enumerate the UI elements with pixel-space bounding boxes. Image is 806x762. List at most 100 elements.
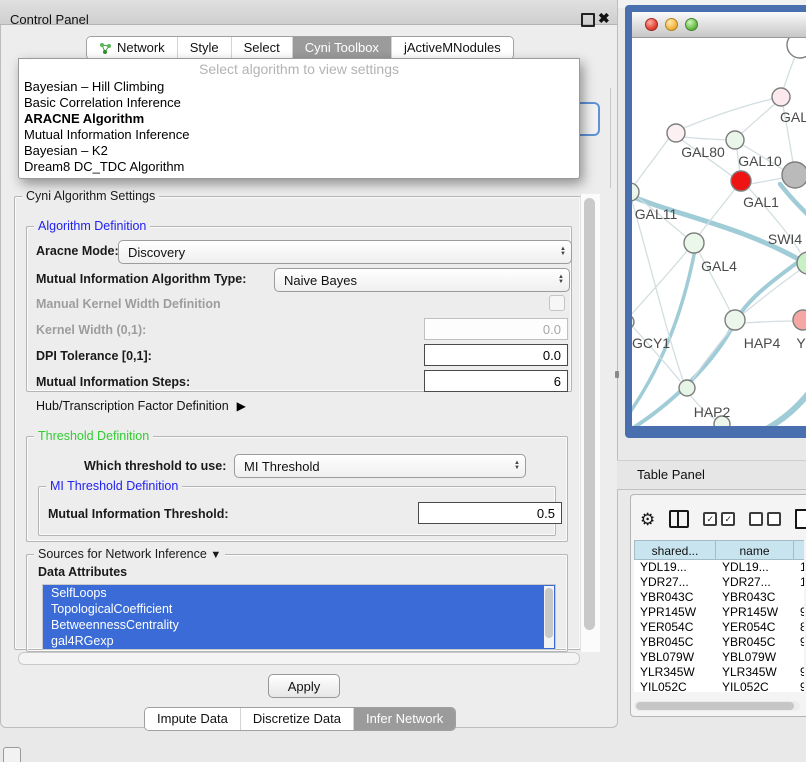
tab-cyni-toolbox[interactable]: Cyni Toolbox <box>292 37 391 59</box>
close-window-icon[interactable] <box>645 18 658 31</box>
network-edge[interactable] <box>633 138 669 187</box>
mi-threshold-field[interactable]: 0.5 <box>418 502 562 524</box>
network-canvas[interactable]: GALGAL80GAL10GAL1GAL11SWI4GAL4GCY1HAP4YH… <box>632 38 806 426</box>
data-attribute-item[interactable]: BetweennessCentrality <box>43 617 555 633</box>
data-attributes-label: Data Attributes <box>38 565 127 579</box>
network-edge[interactable] <box>693 329 731 379</box>
mi-algorithm-type-select[interactable]: Naive Bayes ▲▼ <box>274 268 570 292</box>
node-label-y: Y <box>796 335 806 351</box>
table-row[interactable]: YLR345WYLR345W9. <box>634 665 804 680</box>
kernel-width-field[interactable]: 0.0 <box>424 318 568 340</box>
network-node-hap4[interactable] <box>725 310 745 330</box>
settings-vertical-scrollbar-thumb[interactable] <box>584 198 595 630</box>
network-node[interactable] <box>782 162 806 188</box>
network-edge[interactable] <box>632 251 687 316</box>
tab-impute-data[interactable]: Impute Data <box>145 708 240 730</box>
manual-kernel-width-checkbox[interactable] <box>549 295 565 311</box>
table-cell: 8. <box>794 620 804 635</box>
table-cell: YDL19... <box>716 560 794 575</box>
table-settings-gear-icon[interactable]: ⚙ <box>640 511 655 528</box>
table-row[interactable]: YER054CYER054C8. <box>634 620 804 635</box>
table-row[interactable]: YDL19...YDL19...13 <box>634 560 804 575</box>
mi-threshold-definition-title: MI Threshold Definition <box>46 479 182 493</box>
close-panel-icon[interactable]: ✖ <box>598 10 610 27</box>
cyni-bottom-tabs: Impute DataDiscretize DataInfer Network <box>144 707 456 731</box>
threshold-definition-title: Threshold Definition <box>34 429 153 443</box>
node-table: shared...name YDL19...YDL19...13YDR27...… <box>634 540 804 692</box>
network-node-hap2[interactable] <box>679 380 695 396</box>
column-header-cut[interactable] <box>794 540 804 560</box>
network-edge[interactable] <box>744 270 800 313</box>
float-panel-icon[interactable] <box>581 13 595 27</box>
table-cell: 9 <box>794 680 804 692</box>
select-all-columns-icon[interactable]: ✓ ✓ <box>703 512 735 526</box>
table-cell: YBL079W <box>634 650 716 665</box>
checked-checkbox-icon: ✓ <box>703 512 717 526</box>
network-node-gal[interactable] <box>772 88 790 106</box>
data-attribute-item[interactable]: gal4RGexp <box>43 633 555 649</box>
table-cell: YLR345W <box>634 665 716 680</box>
deselect-all-columns-icon[interactable] <box>749 512 781 526</box>
which-threshold-select[interactable]: MI Threshold ▲▼ <box>234 454 526 478</box>
network-window-titlebar[interactable] <box>632 12 806 38</box>
data-attribute-item[interactable]: SelfLoops <box>43 585 555 601</box>
table-cell: YDR27... <box>634 575 716 590</box>
collapse-arrow-icon[interactable]: ▼ <box>210 549 221 561</box>
network-node-gal1[interactable] <box>731 171 751 191</box>
aracne-mode-select[interactable]: Discovery ▲▼ <box>118 240 572 264</box>
network-node-gcy1[interactable] <box>632 315 634 329</box>
network-edge[interactable] <box>744 321 793 323</box>
network-node[interactable] <box>787 38 806 58</box>
tab-infer-network[interactable]: Infer Network <box>353 708 455 730</box>
table-horizontal-scrollbar-thumb[interactable] <box>636 702 794 710</box>
new-table-icon[interactable] <box>795 509 806 529</box>
network-node-y[interactable] <box>793 310 806 330</box>
table-row[interactable]: YBR045CYBR045C9. <box>634 635 804 650</box>
panel-splitter-handle[interactable] <box>615 371 619 378</box>
minimize-window-icon[interactable] <box>665 18 678 31</box>
table-row[interactable]: YDR27...YDR27...12 <box>634 575 804 590</box>
node-label-hap4: HAP4 <box>744 335 781 351</box>
algorithm-option[interactable]: Bayesian – Hill Climbing <box>19 79 579 95</box>
algorithm-option[interactable]: Bayesian – K2 <box>19 143 579 159</box>
algorithm-option[interactable]: Dream8 DC_TDC Algorithm <box>19 159 579 175</box>
table-row[interactable]: YBR043CYBR043C <box>634 590 804 605</box>
network-edge[interactable] <box>780 184 806 228</box>
stepper-arrows-icon: ▲▼ <box>555 247 571 257</box>
column-header-shared...[interactable]: shared... <box>634 540 716 560</box>
network-edge[interactable] <box>748 380 806 426</box>
dpi-tolerance-field[interactable]: 0.0 <box>424 344 568 366</box>
algorithm-option[interactable]: Basic Correlation Inference <box>19 95 579 111</box>
table-row[interactable]: YBL079WYBL079W <box>634 650 804 665</box>
table-cell: 9. <box>794 665 804 680</box>
tab-style[interactable]: Style <box>177 37 231 59</box>
zoom-window-icon[interactable] <box>685 18 698 31</box>
network-node-gal4[interactable] <box>684 233 704 253</box>
network-edge[interactable] <box>684 97 781 128</box>
table-row[interactable]: YPR145WYPR145W9. <box>634 605 804 620</box>
mi-steps-field[interactable]: 6 <box>424 370 568 392</box>
algorithm-option[interactable]: Mutual Information Inference <box>19 127 579 143</box>
column-layout-icon[interactable] <box>669 510 689 528</box>
settings-horizontal-scrollbar-thumb[interactable] <box>18 652 580 665</box>
attributes-scrollbar-thumb[interactable] <box>545 588 553 638</box>
network-edge[interactable] <box>684 137 726 140</box>
tab-select[interactable]: Select <box>231 37 292 59</box>
tab-discretize-data[interactable]: Discretize Data <box>240 708 353 730</box>
apply-button[interactable]: Apply <box>268 674 340 698</box>
attributes-scrollbar[interactable] <box>544 586 554 648</box>
expand-arrow-icon[interactable]: ▶ <box>237 399 246 413</box>
data-attributes-list: SelfLoopsTopologicalCoefficientBetweenne… <box>42 584 556 650</box>
control-panel-titlebar <box>0 0 617 25</box>
tab-jactivemnodules[interactable]: jActiveMNodules <box>391 37 513 59</box>
data-attribute-item[interactable]: TopologicalCoefficient <box>43 601 555 617</box>
network-node-gal80[interactable] <box>667 124 685 142</box>
table-horizontal-scrollbar[interactable] <box>634 701 800 711</box>
network-node-gal10[interactable] <box>726 131 744 149</box>
column-header-name[interactable]: name <box>716 540 794 560</box>
table-row[interactable]: YIL052CYIL052C9 <box>634 680 804 692</box>
tab-network[interactable]: Network <box>87 37 177 59</box>
algorithm-option[interactable]: ARACNE Algorithm <box>19 111 579 127</box>
minimized-panel-icon[interactable] <box>3 747 21 762</box>
hub-transcription-factor-section[interactable]: Hub/Transcription Factor Definition ▶ <box>36 399 246 413</box>
